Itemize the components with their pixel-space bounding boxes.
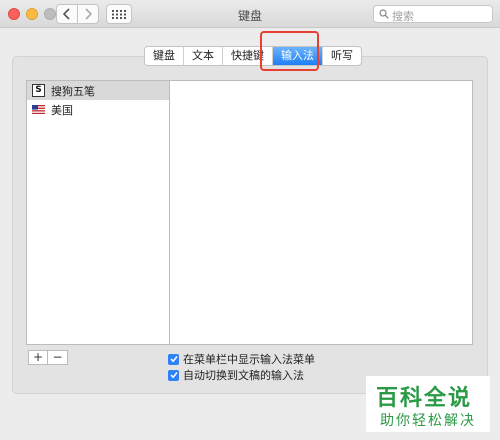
tab-dictation[interactable]: 听写 [323, 47, 361, 65]
auto-switch-option[interactable]: 自动切换到文稿的输入法 [168, 367, 304, 383]
add-input-source-button[interactable]: + [28, 350, 48, 365]
search-icon [379, 9, 389, 19]
title-bar: 键盘 搜索 [0, 0, 500, 28]
checkmark-icon [169, 372, 178, 379]
annotation-highlight-box [260, 31, 319, 71]
sogou-icon: S [32, 84, 45, 97]
watermark: 百科全说 助你轻松解决 [366, 376, 490, 432]
search-field[interactable]: 搜索 [373, 5, 493, 23]
checkmark-icon [169, 356, 178, 363]
list-item-label: 美国 [51, 103, 73, 117]
watermark-title: 百科全说 [376, 386, 473, 411]
auto-switch-label: 自动切换到文稿的输入法 [183, 369, 304, 382]
show-input-menu-option[interactable]: 在菜单栏中显示输入法菜单 [168, 351, 315, 367]
tab-bar: 键盘 文本 快捷键 输入法 听写 [144, 46, 362, 66]
list-item-label: 搜狗五笔 [51, 84, 95, 98]
input-source-list[interactable]: S 搜狗五笔 美国 [26, 80, 169, 345]
list-item[interactable]: 美国 [27, 100, 169, 119]
show-input-menu-checkbox[interactable] [168, 353, 179, 365]
remove-input-source-button[interactable]: − [48, 350, 68, 365]
us-flag-icon [32, 103, 45, 116]
watermark-subtitle: 助你轻松解决 [380, 413, 476, 429]
tab-text[interactable]: 文本 [184, 47, 223, 65]
show-input-menu-label: 在菜单栏中显示输入法菜单 [183, 353, 315, 366]
search-placeholder: 搜索 [392, 10, 414, 23]
list-item[interactable]: S 搜狗五笔 [27, 81, 169, 100]
tab-keyboard[interactable]: 键盘 [145, 47, 184, 65]
auto-switch-checkbox[interactable] [168, 369, 179, 381]
input-source-detail-pane [169, 80, 473, 345]
